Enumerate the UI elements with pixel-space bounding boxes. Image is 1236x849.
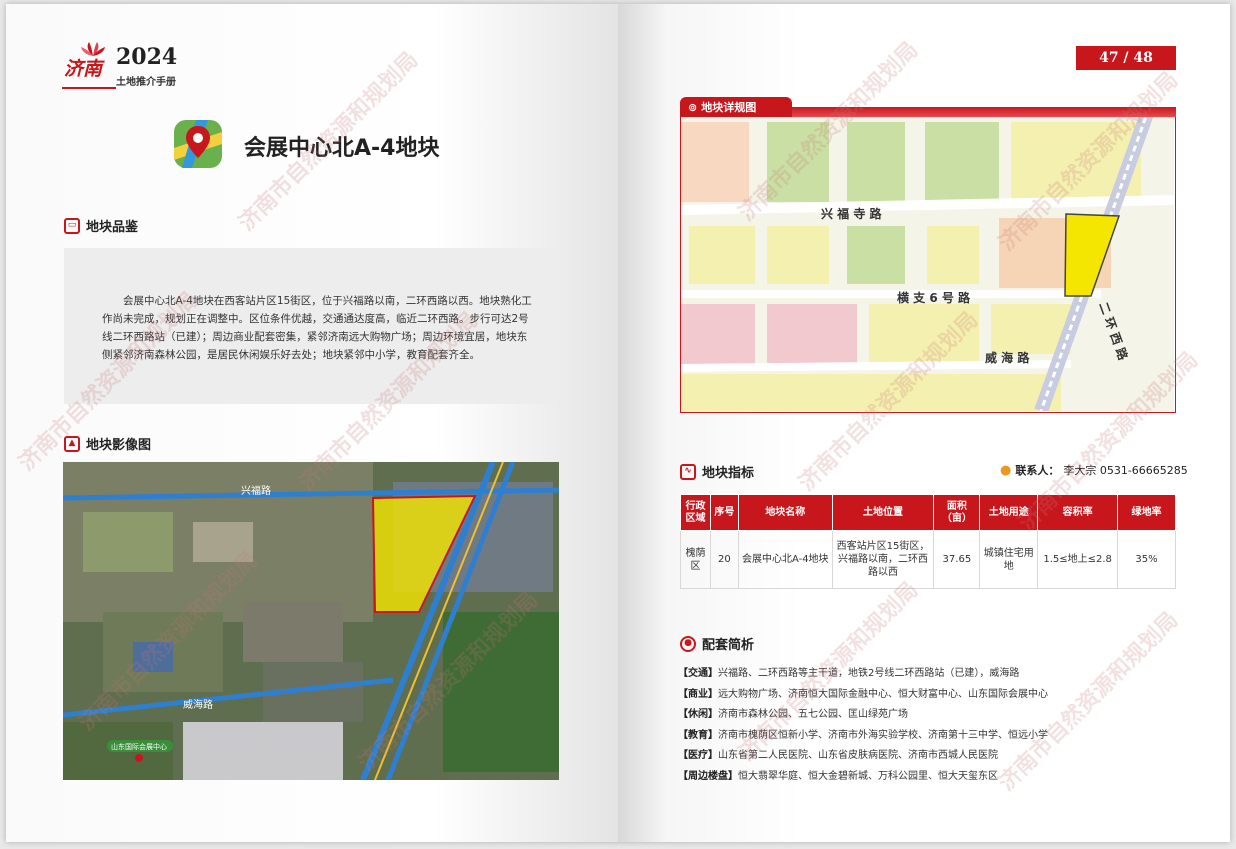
table-cell: 槐荫区 xyxy=(680,530,711,589)
poi-marker-icon xyxy=(135,754,143,762)
plan-road-label-2: 横 支 6 号 路 xyxy=(897,290,971,305)
logo-subtitle: 土地推介手册 xyxy=(116,77,176,88)
photo-road-label-3: 威海路 xyxy=(183,698,213,711)
table-header: 地块名称 xyxy=(737,494,833,531)
aerial-photo: 兴福路 威海路 山东国际会展中心 xyxy=(63,462,559,780)
left-page: 济南 2024 土地推介手册 会展中心北A-4地块 ▭ 地块品鉴 会展中心北A-… xyxy=(6,4,618,842)
map-pin-icon xyxy=(174,120,222,168)
section-photo-label: 地块影像图 xyxy=(86,438,152,453)
table-cell: 西客站片区15街区，兴福路以南，二环西路以西 xyxy=(831,530,935,589)
plan-map: 兴 福 寺 路 横 支 6 号 路 威 海 路 二 环 西 路 xyxy=(680,105,1176,414)
plan-road-label-1: 兴 福 寺 路 xyxy=(821,206,883,221)
contact-label: 联系人： xyxy=(1015,464,1060,477)
index-table: 行政区域 序号 地块名称 土地位置 面积（亩） 土地用途 容积率 绿地率 槐荫区… xyxy=(680,494,1176,589)
photo-poi-label: 山东国际会展中心 xyxy=(111,742,167,751)
section-description-label: 地块品鉴 xyxy=(86,220,139,235)
description-text: 会展中心北A-4地块在西客站片区15街区，位于兴福路以南，二环西路以西。地块熟化… xyxy=(102,295,532,361)
table-header-row: 行政区域 序号 地块名称 土地位置 面积（亩） 土地用途 容积率 绿地率 xyxy=(680,494,1176,531)
section-description-header: ▭ 地块品鉴 xyxy=(64,216,138,235)
list-item: 【交通】兴福路、二环西路等主干道，地铁2号线二环西路站（已建），威海路 xyxy=(678,668,1020,679)
table-header: 土地用途 xyxy=(979,494,1039,531)
list-item: 【周边楼盘】恒大翡翠华庭、恒大金碧新城、万科公园里、恒大天玺东区 xyxy=(678,770,998,782)
location-icon: ● xyxy=(680,635,696,652)
map-icon: ⊚ xyxy=(688,100,698,114)
chart-icon: ∿ xyxy=(680,463,696,480)
table-header: 行政区域 xyxy=(680,494,711,531)
table-cell: 1.5≤地上≤2.8 xyxy=(1037,530,1119,589)
logo-city: 济南 xyxy=(64,58,103,80)
brand-logo: 济南 2024 土地推介手册 xyxy=(62,40,182,90)
table-header: 容积率 xyxy=(1037,494,1119,531)
book-spread: 济南 2024 土地推介手册 会展中心北A-4地块 ▭ 地块品鉴 会展中心北A-… xyxy=(6,4,1230,842)
plan-map-tab: ⊚ 地块详规图 xyxy=(680,97,792,117)
person-icon: ● xyxy=(1000,462,1012,478)
contact-value: 李大宗 0531-66665285 xyxy=(1063,464,1188,477)
plan-road-label-3: 威 海 路 xyxy=(985,350,1030,365)
right-page: 47 / 48 兴 福 寺 路 横 支 6 号 路 威 海 路 二 环 西 路 … xyxy=(618,4,1230,842)
section-index-header: ∿ 地块指标 xyxy=(680,462,754,481)
book-icon: ▭ xyxy=(64,217,80,234)
photo-road-label-1: 兴福路 xyxy=(241,484,271,497)
list-item: 【医疗】山东省第二人民医院、山东省皮肤病医院、济南市西城人民医院 xyxy=(678,750,998,762)
contact-info: ● 联系人： 李大宗 0531-66665285 xyxy=(1000,462,1188,478)
table-row: 槐荫区 20 会展中心北A-4地块 西客站片区15街区，兴福路以南，二环西路以西… xyxy=(680,530,1176,589)
facilities-list: 【交通】兴福路、二环西路等主干道，地铁2号线二环西路站（已建），威海路 【商业】… xyxy=(678,664,1178,788)
image-icon: ▲ xyxy=(64,435,80,452)
page-number: 47 / 48 xyxy=(1076,46,1176,70)
page-title: 会展中心北A-4地块 xyxy=(244,136,440,161)
table-cell: 会展中心北A-4地块 xyxy=(737,530,833,589)
list-item: 【休闲】济南市森林公园、五七公园、匡山绿苑广场 xyxy=(678,709,908,721)
section-facilities-header: ● 配套简析 xyxy=(680,634,754,653)
table-header: 面积（亩） xyxy=(933,494,981,531)
description-box: 会展中心北A-4地块在西客站片区15街区，位于兴福路以南，二环西路以西。地块熟化… xyxy=(64,248,558,404)
section-facilities-label: 配套简析 xyxy=(702,638,755,653)
section-plan-label: 地块详规图 xyxy=(701,101,757,114)
table-cell: 城镇住宅用地 xyxy=(979,530,1039,589)
list-item: 【商业】远大购物广场、济南恒大国际金融中心、恒大财富中心、山东国际会展中心 xyxy=(678,688,1048,700)
table-header: 绿地率 xyxy=(1117,494,1176,531)
logo-year: 2024 xyxy=(116,44,178,70)
logo-underline xyxy=(62,87,116,89)
table-header: 序号 xyxy=(709,494,739,531)
section-index-label: 地块指标 xyxy=(702,466,755,481)
table-cell: 35% xyxy=(1117,530,1176,589)
list-item: 【教育】济南市槐荫区恒新小学、济南市外海实验学校、济南第十三中学、恒远小学 xyxy=(678,729,1048,741)
table-cell: 37.65 xyxy=(933,530,981,589)
section-photo-header: ▲ 地块影像图 xyxy=(64,434,151,453)
plan-map-header-bar xyxy=(792,107,1176,117)
table-header: 土地位置 xyxy=(831,494,935,531)
table-cell: 20 xyxy=(709,530,739,589)
